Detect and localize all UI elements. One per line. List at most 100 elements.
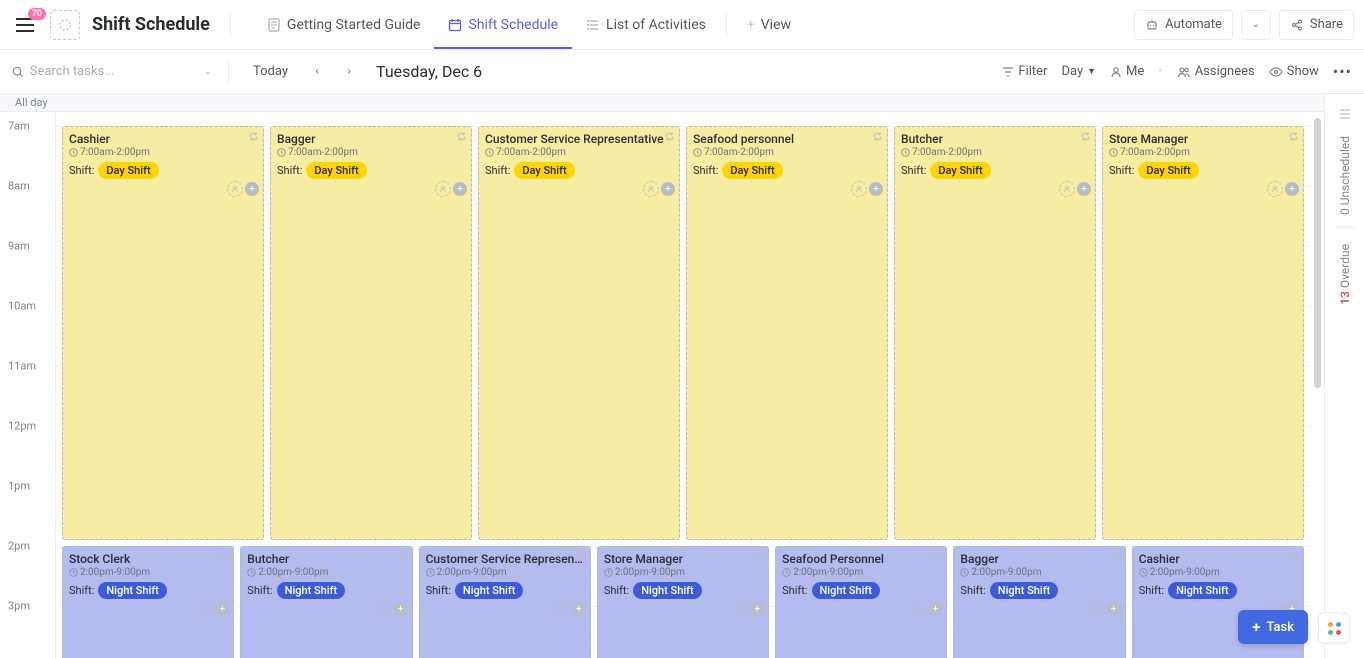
scrollbar-thumb[interactable] <box>1314 118 1321 388</box>
toolbar-right: Filter Day ▼ Me • Assignees Show ••• <box>1002 62 1352 81</box>
shift-row: Shift:Night Shift <box>782 582 940 599</box>
event-assign[interactable]: + <box>1267 181 1299 197</box>
menu-button[interactable]: 70 <box>10 10 40 40</box>
event-assign[interactable]: + <box>910 601 942 617</box>
time-label: 1pm <box>8 480 30 493</box>
share-button[interactable]: Share <box>1279 10 1354 40</box>
event-card[interactable]: Butcher2:00pm-9:00pmShift:Night Shift+ <box>240 546 412 658</box>
event-title: Store Manager <box>1109 132 1297 146</box>
event-assign[interactable]: + <box>554 601 586 617</box>
event-card[interactable]: Seafood personnel7:00am-2:00pmShift:Day … <box>686 126 888 540</box>
apps-button[interactable] <box>1318 612 1350 644</box>
doc-icon <box>267 18 281 32</box>
sync-icon <box>1080 131 1091 142</box>
calendar-wrap: All day 7am8am9am10am11am12pm1pm2pm3pm C… <box>0 94 1324 658</box>
next-day-button[interactable]: › <box>338 61 360 83</box>
more-button[interactable]: ••• <box>1333 62 1352 81</box>
event-card[interactable]: Bagger7:00am-2:00pmShift:Day Shift+ <box>270 126 472 540</box>
add-icon: + <box>750 602 764 616</box>
assignees-button[interactable]: Assignees <box>1177 64 1255 79</box>
overdue-button[interactable]: 13 Overdue <box>1338 244 1352 305</box>
shift-badge: Day Shift <box>722 162 782 179</box>
event-card[interactable]: Store Manager2:00pm-9:00pmShift:Night Sh… <box>597 546 769 658</box>
sync-icon <box>1288 551 1299 562</box>
event-assign[interactable]: + <box>376 601 408 617</box>
event-card[interactable]: Customer Service Representative7:00am-2:… <box>478 126 680 540</box>
event-time: 7:00am-2:00pm <box>69 147 257 158</box>
unscheduled-button[interactable]: 0 Unscheduled <box>1338 136 1352 215</box>
event-time: 2:00pm-9:00pm <box>782 567 940 578</box>
rail-divider <box>1335 227 1355 228</box>
space-avatar[interactable] <box>50 10 80 40</box>
right-rail: 0 Unscheduled 13 Overdue <box>1324 94 1364 658</box>
add-icon: + <box>245 182 259 196</box>
event-assign[interactable]: + <box>851 181 883 197</box>
shift-badge: Day Shift <box>514 162 574 179</box>
event-assign[interactable]: + <box>227 181 259 197</box>
shift-prefix: Shift: <box>960 584 985 597</box>
automate-button[interactable]: Automate <box>1134 10 1233 40</box>
prev-day-button[interactable]: ‹ <box>306 61 328 83</box>
allday-row[interactable]: All day <box>0 94 1324 112</box>
shift-badge: Day Shift <box>930 162 990 179</box>
event-assign[interactable]: + <box>197 601 229 617</box>
clock-icon <box>604 568 613 577</box>
share-icon <box>1290 18 1304 32</box>
search-input[interactable] <box>30 64 198 79</box>
event-time: 2:00pm-9:00pm <box>69 567 227 578</box>
clock-icon <box>901 148 910 157</box>
today-button[interactable]: Today <box>245 60 296 83</box>
show-button[interactable]: Show <box>1269 64 1319 79</box>
event-card[interactable]: Seafood Personnel2:00pm-9:00pmShift:Nigh… <box>775 546 947 658</box>
top-bar: 70 Shift Schedule Getting Started Guide … <box>0 0 1364 50</box>
assignee-placeholder-icon <box>435 181 451 197</box>
clock-icon <box>693 148 702 157</box>
tab-getting-started[interactable]: Getting Started Guide <box>253 0 435 49</box>
assignee-placeholder-icon <box>227 181 243 197</box>
event-card[interactable]: Bagger2:00pm-9:00pmShift:Night Shift+ <box>953 546 1125 658</box>
automate-label: Automate <box>1165 17 1222 32</box>
grid-body[interactable]: Cashier7:00am-2:00pmShift:Day Shift+Bagg… <box>56 112 1324 658</box>
event-assign[interactable]: + <box>732 601 764 617</box>
event-card[interactable]: Stock Clerk2:00pm-9:00pmShift:Night Shif… <box>62 546 234 658</box>
plus-icon: + <box>1252 618 1260 636</box>
time-label: 2pm <box>8 540 30 553</box>
new-task-button[interactable]: + Task <box>1238 610 1308 644</box>
event-card[interactable]: Store Manager7:00am-2:00pmShift:Day Shif… <box>1102 126 1304 540</box>
automate-dropdown[interactable]: ⌄ <box>1241 10 1271 40</box>
filter-icon <box>1002 66 1014 78</box>
event-card[interactable]: Butcher7:00am-2:00pmShift:Day Shift+ <box>894 126 1096 540</box>
event-time: 2:00pm-9:00pm <box>604 567 762 578</box>
add-view-button[interactable]: + View <box>733 0 805 49</box>
event-card[interactable]: Cashier7:00am-2:00pmShift:Day Shift+ <box>62 126 264 540</box>
time-label: 12pm <box>8 420 36 433</box>
event-time: 7:00am-2:00pm <box>693 147 881 158</box>
menu-icon <box>16 18 34 32</box>
filter-button[interactable]: Filter <box>1002 64 1047 79</box>
me-button[interactable]: Me <box>1110 64 1144 79</box>
assignee-placeholder-icon <box>910 601 926 617</box>
event-assign[interactable]: + <box>1059 181 1091 197</box>
shift-prefix: Shift: <box>604 584 629 597</box>
tab-list-activities[interactable]: List of Activities <box>572 0 720 49</box>
event-assign[interactable]: + <box>643 181 675 197</box>
clock-icon <box>1109 148 1118 157</box>
event-time: 7:00am-2:00pm <box>485 147 673 158</box>
main-area: All day 7am8am9am10am11am12pm1pm2pm3pm C… <box>0 94 1364 658</box>
current-date[interactable]: Tuesday, Dec 6 <box>376 62 482 81</box>
range-selector[interactable]: Day ▼ <box>1061 64 1096 79</box>
event-assign[interactable]: + <box>435 181 467 197</box>
view-tabs: Getting Started Guide Shift Schedule Lis… <box>253 0 805 49</box>
rail-toggle[interactable] <box>1333 102 1357 126</box>
separator-dot: • <box>1158 64 1162 79</box>
unscheduled-label: Unscheduled <box>1338 136 1352 205</box>
tab-label: Getting Started Guide <box>287 17 421 33</box>
tab-shift-schedule[interactable]: Shift Schedule <box>434 0 572 49</box>
event-assign[interactable]: + <box>1089 601 1121 617</box>
event-title: Cashier <box>69 132 257 146</box>
event-card[interactable]: Customer Service Representative2:00pm-9:… <box>419 546 591 658</box>
search-expand[interactable]: ⌄ <box>204 66 212 77</box>
me-label: Me <box>1126 64 1144 79</box>
event-title: Seafood personnel <box>693 132 881 146</box>
notification-badge: 70 <box>28 8 46 20</box>
